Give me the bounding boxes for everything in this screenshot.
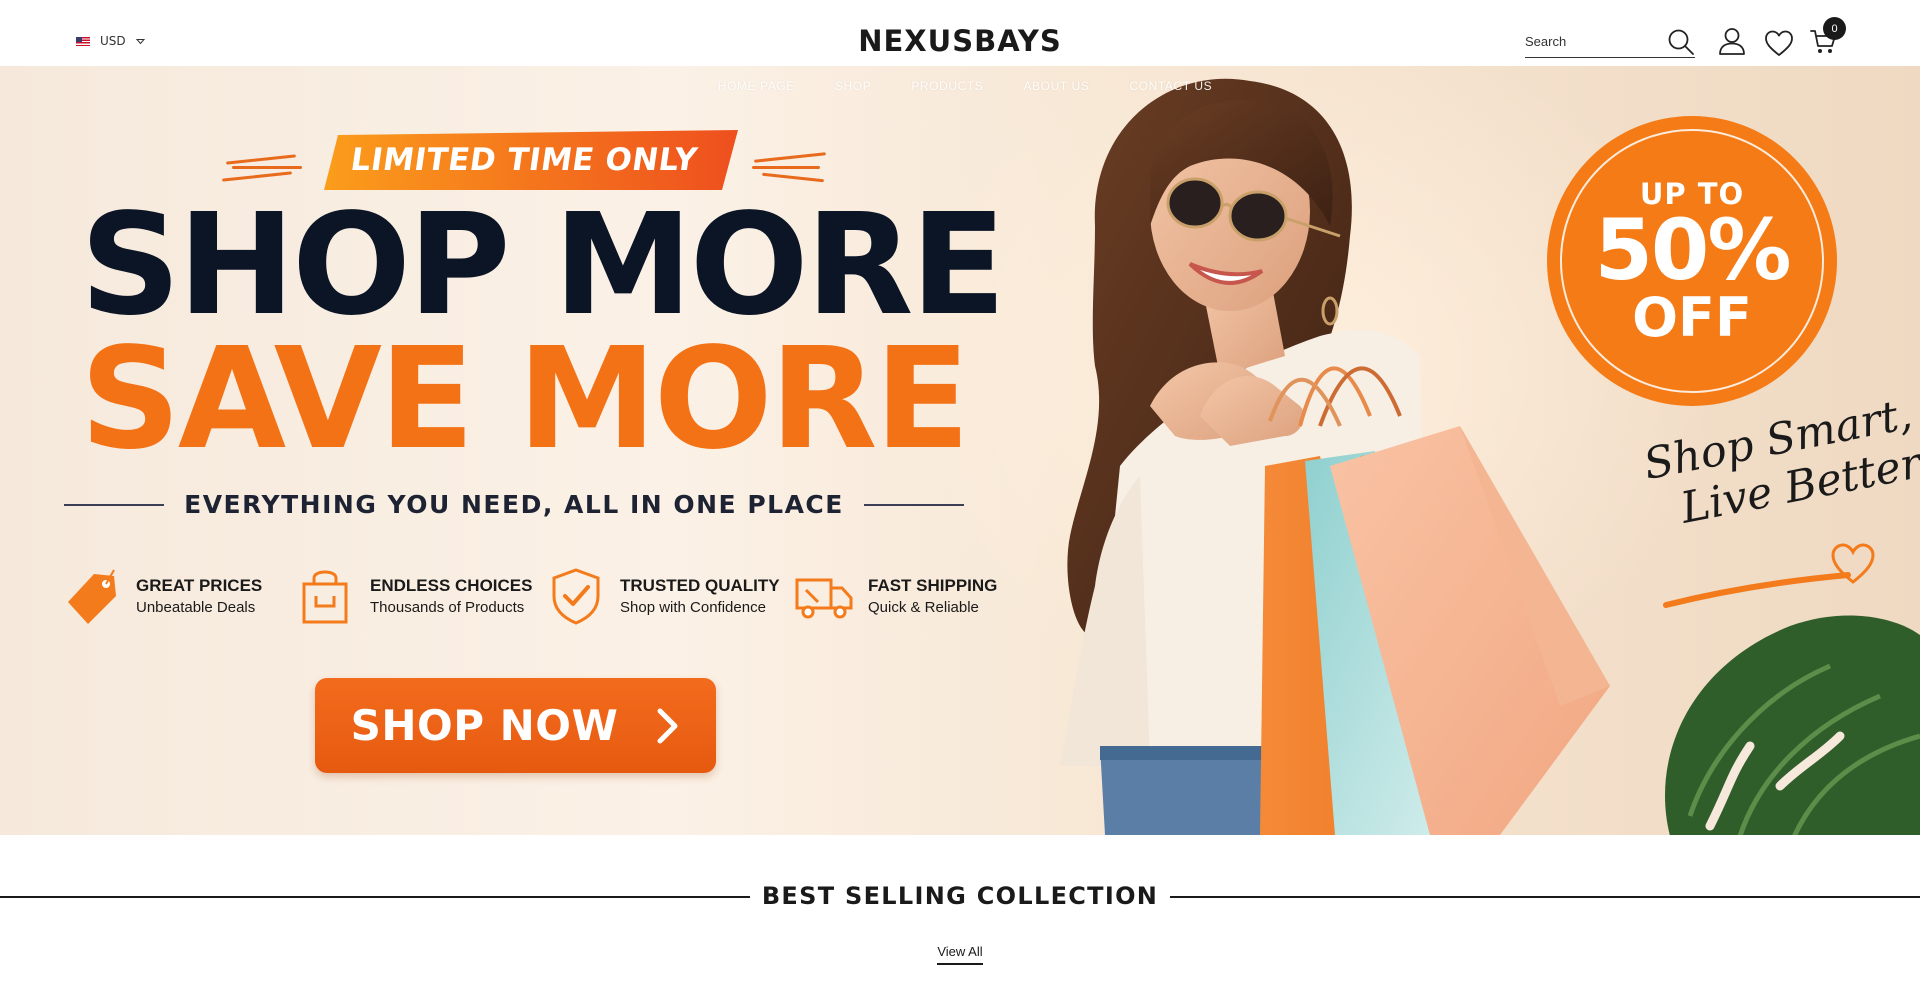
feature-subtitle: Unbeatable Deals xyxy=(136,599,256,616)
search-input[interactable] xyxy=(1525,34,1655,49)
search-icon[interactable] xyxy=(1667,28,1695,56)
monstera-leaf-image xyxy=(1665,615,1920,835)
delivery-truck-icon xyxy=(795,578,853,619)
headline-save-more: SAVE MORE xyxy=(80,318,970,481)
section-header: BEST SELLING COLLECTION xyxy=(0,876,1920,916)
feature-trusted-quality: TRUSTED QUALITY Shop with Confidence xyxy=(546,566,780,626)
feature-title: FAST SHIPPING xyxy=(868,576,998,595)
feature-endless-choices: ENDLESS CHOICES Thousands of Products xyxy=(296,566,532,626)
tagline: EVERYTHING YOU NEED, ALL IN ONE PLACE xyxy=(184,490,844,519)
cart-count-badge: 0 xyxy=(1823,17,1846,40)
feature-fast-shipping: FAST SHIPPING Quick & Reliable xyxy=(794,566,997,626)
heart-outline-icon xyxy=(1831,543,1875,584)
feature-subtitle: Thousands of Products xyxy=(370,599,525,616)
feature-title: TRUSTED QUALITY xyxy=(620,576,780,595)
nav-contact[interactable]: CONTACT US xyxy=(1129,79,1212,93)
feature-great-prices: GREAT PRICES Unbeatable Deals xyxy=(62,566,262,626)
accent-line-decoration xyxy=(222,171,292,182)
shopping-bag-icon xyxy=(302,570,348,624)
section-title: BEST SELLING COLLECTION xyxy=(761,882,1159,910)
search-bar xyxy=(1525,26,1695,58)
currency-selector[interactable]: USD xyxy=(76,34,145,48)
shop-now-label: SHOP NOW xyxy=(350,701,619,750)
view-all-link[interactable]: View All xyxy=(937,944,983,965)
nav-products[interactable]: PRODUCTS xyxy=(911,79,983,93)
shield-check-icon xyxy=(552,568,600,625)
ribbon-text: LIMITED TIME ONLY xyxy=(348,142,700,178)
accent-line-decoration xyxy=(226,154,296,165)
divider-line xyxy=(64,503,165,506)
feature-list: GREAT PRICES Unbeatable Deals ENDLESS CH… xyxy=(62,566,1012,636)
feature-title: GREAT PRICES xyxy=(136,576,263,595)
feature-subtitle: Quick & Reliable xyxy=(868,599,979,616)
site-logo[interactable]: NEXUSBAYS xyxy=(858,24,1062,58)
shop-now-button[interactable]: SHOP NOW xyxy=(315,678,716,773)
headline-shop-more: SHOP MORE xyxy=(80,184,1006,347)
accent-line-decoration xyxy=(762,172,824,183)
site-header: USD NEXUSBAYS 0 xyxy=(0,0,1920,66)
currency-label: USD xyxy=(100,34,126,48)
price-tag-icon xyxy=(68,569,116,624)
user-account-icon[interactable] xyxy=(1717,26,1747,56)
accent-line-decoration xyxy=(754,152,826,163)
divider-line xyxy=(863,503,964,506)
nav-about[interactable]: ABOUT US xyxy=(1023,79,1089,93)
nav-home[interactable]: HOME PAGE xyxy=(718,79,795,93)
badge-ring xyxy=(1560,129,1824,393)
nav-shop[interactable]: SHOP xyxy=(835,79,871,93)
hero-banner[interactable]: HOME PAGE SHOP PRODUCTS ABOUT US CONTACT… xyxy=(0,66,1920,835)
discount-badge: UP TO 50% OFF xyxy=(1547,116,1837,406)
accent-line-decoration xyxy=(752,166,820,169)
us-flag-icon xyxy=(76,36,90,46)
chevron-right-icon xyxy=(657,708,678,743)
main-nav: HOME PAGE SHOP PRODUCTS ABOUT US CONTACT… xyxy=(0,79,1920,93)
chevron-down-icon xyxy=(135,38,145,44)
wishlist-heart-icon[interactable] xyxy=(1764,28,1794,58)
accent-line-decoration xyxy=(232,166,302,169)
brush-underline-decoration xyxy=(1663,572,1851,608)
tagline-row: EVERYTHING YOU NEED, ALL IN ONE PLACE xyxy=(64,490,964,519)
feature-title: ENDLESS CHOICES xyxy=(370,576,533,595)
feature-subtitle: Shop with Confidence xyxy=(620,599,766,616)
